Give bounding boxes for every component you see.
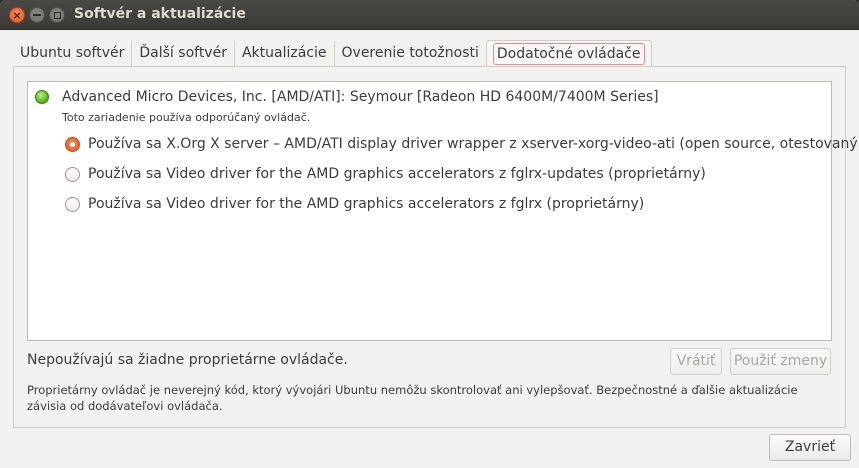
tab-additional-drivers-label: Dodatočné ovládače: [492, 43, 645, 65]
minimize-icon: [33, 14, 41, 16]
tab-authentication[interactable]: Overenie totožnosti: [335, 41, 486, 67]
title-bar: × Softvér a aktualizácie: [0, 0, 859, 30]
driver-option-label: Používa sa Video driver for the AMD grap…: [88, 196, 645, 212]
radio-selected-icon[interactable]: [65, 136, 80, 152]
revert-button[interactable]: Vrátiť: [670, 348, 722, 375]
tab-additional-drivers[interactable]: Dodatočné ovládače: [485, 40, 652, 68]
driver-list[interactable]: Advanced Micro Devices, Inc. [AMD/ATI]: …: [27, 81, 859, 341]
maximize-icon: [53, 11, 61, 19]
driver-option-xorg[interactable]: Používa sa X.Org X server – AMD/ATI disp…: [65, 134, 859, 154]
driver-option-fglrx-updates[interactable]: Používa sa Video driver for the AMD grap…: [65, 164, 706, 184]
device-status-icon: [35, 90, 49, 104]
close-icon: ×: [12, 8, 22, 22]
proprietary-info-text: Proprietárny ovládač je neverejný kód, k…: [27, 383, 798, 413]
radio-unselected-icon[interactable]: [65, 166, 80, 182]
tab-bar: Ubuntu softvér Ďalší softvér Aktualizáci…: [13, 40, 652, 68]
device-name: Advanced Micro Devices, Inc. [AMD/ATI]: …: [62, 89, 659, 105]
window-title: Softvér a aktualizácie: [74, 6, 246, 22]
radio-unselected-icon[interactable]: [65, 196, 80, 212]
tab-ubuntu-software[interactable]: Ubuntu softvér: [13, 41, 133, 67]
driver-option-fglrx[interactable]: Používa sa Video driver for the AMD grap…: [65, 194, 644, 214]
driver-option-label: Používa sa X.Org X server – AMD/ATI disp…: [88, 136, 859, 152]
maximize-window-button[interactable]: [49, 7, 65, 23]
close-window-button[interactable]: ×: [9, 7, 25, 23]
minimize-window-button[interactable]: [29, 7, 45, 23]
proprietary-status-text: Nepoužívajú sa žiadne proprietárne ovlád…: [27, 352, 348, 368]
driver-option-label: Používa sa Video driver for the AMD grap…: [88, 166, 706, 182]
software-updates-window: × Softvér a aktualizácie Ubuntu softvér …: [0, 0, 859, 468]
close-button[interactable]: Zavrieť: [769, 434, 851, 461]
apply-changes-button[interactable]: Použiť zmeny: [730, 348, 831, 375]
tab-updates[interactable]: Aktualizácie: [235, 41, 335, 67]
tab-other-software[interactable]: Ďalší softvér: [132, 41, 235, 67]
device-note: Toto zariadenie používa odporúčaný ovlád…: [62, 111, 311, 124]
